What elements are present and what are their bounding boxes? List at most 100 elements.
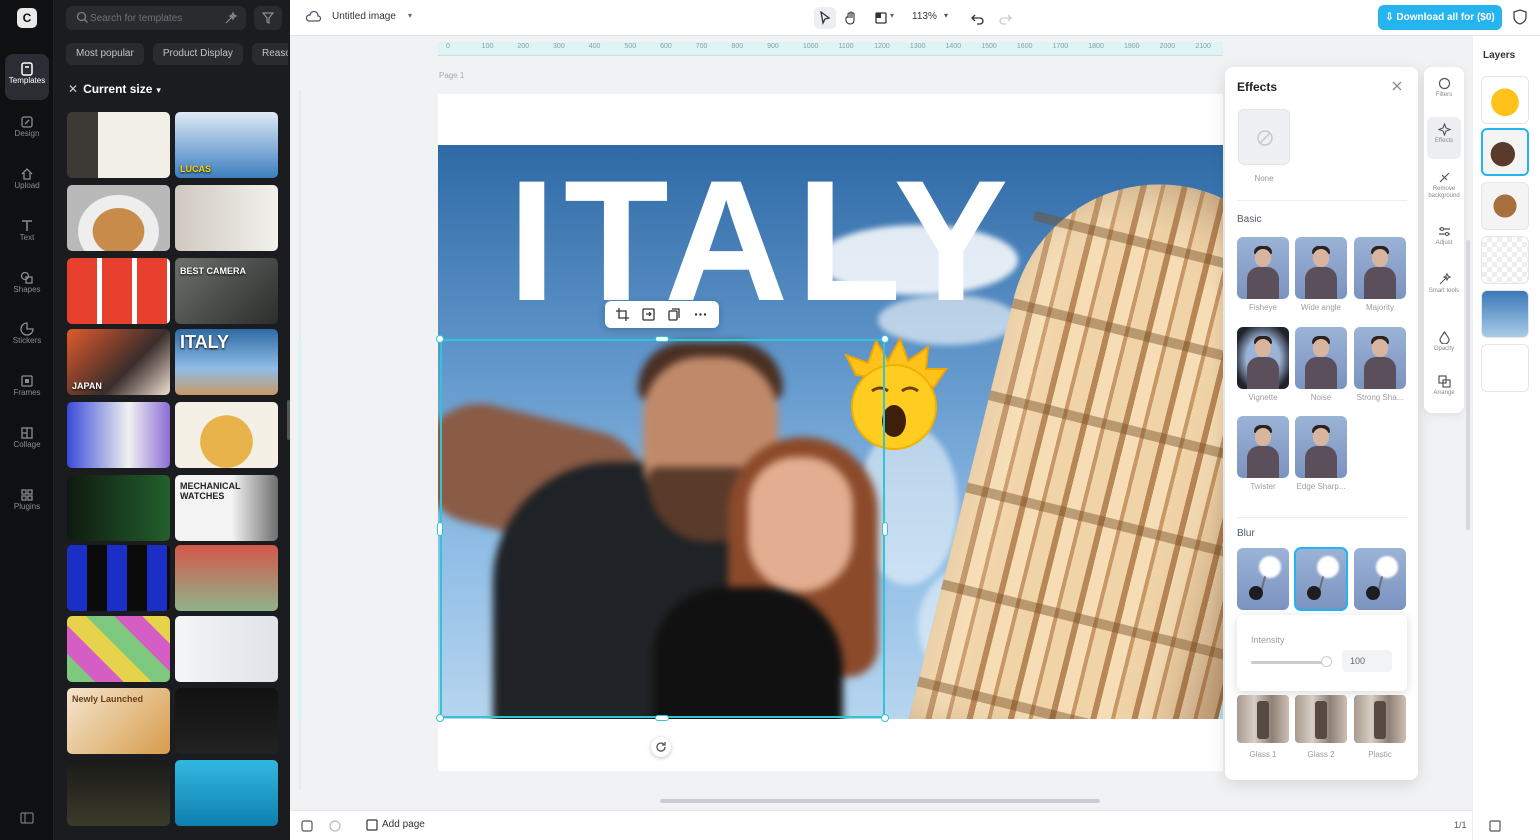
- blur-effect-2[interactable]: [1294, 547, 1348, 611]
- plastic-effect[interactable]: [1354, 695, 1406, 743]
- strip-effects[interactable]: Effects: [1427, 117, 1461, 159]
- shield-icon[interactable]: [1512, 9, 1528, 25]
- basic-effect-4[interactable]: [1237, 327, 1289, 389]
- basic-effect-5[interactable]: [1295, 327, 1347, 389]
- redo-button[interactable]: [994, 7, 1016, 29]
- duplicate-icon[interactable]: [667, 307, 682, 322]
- chevron-down-icon[interactable]: ▾: [944, 11, 948, 20]
- layer-thumb-tower[interactable]: [1481, 182, 1529, 230]
- filter-button[interactable]: [254, 6, 282, 30]
- resize-handle[interactable]: [655, 715, 669, 721]
- template-thumb[interactable]: [175, 616, 278, 682]
- document-title[interactable]: Untitled image: [332, 11, 396, 22]
- template-thumb[interactable]: ITALY: [175, 329, 278, 395]
- resize-handle[interactable]: [881, 714, 889, 722]
- rail-templates[interactable]: Templates: [5, 54, 49, 100]
- download-button[interactable]: ⇩ Download all for ($0): [1378, 5, 1502, 30]
- template-thumb[interactable]: [67, 545, 170, 611]
- chevron-down-icon[interactable]: ▾: [890, 11, 894, 20]
- headline-text[interactable]: ITALY: [508, 155, 1016, 327]
- resize-handle[interactable]: [436, 335, 444, 343]
- glass-effect-2[interactable]: [1295, 695, 1347, 743]
- template-thumb[interactable]: [67, 402, 170, 468]
- glass-effect-1[interactable]: [1237, 695, 1289, 743]
- strip-opacity[interactable]: Opacity: [1427, 325, 1461, 367]
- strip-remove-background[interactable]: Remove background: [1427, 165, 1461, 207]
- basic-effect-7[interactable]: [1237, 416, 1289, 478]
- resize-handle[interactable]: [437, 522, 443, 536]
- rotate-handle[interactable]: [651, 737, 671, 757]
- rail-design[interactable]: Design: [5, 107, 49, 153]
- panel-scrollbar[interactable]: [287, 400, 290, 440]
- cloud-sync-icon[interactable]: [306, 10, 322, 26]
- basic-effect-1[interactable]: [1237, 237, 1289, 299]
- rail-upload[interactable]: Upload: [5, 159, 49, 205]
- template-thumb[interactable]: [67, 258, 170, 324]
- zoom-level[interactable]: 113%: [912, 11, 937, 22]
- template-thumb[interactable]: [67, 616, 170, 682]
- resize-tool[interactable]: [870, 7, 892, 29]
- blur-effect-3[interactable]: [1354, 548, 1406, 610]
- template-thumb[interactable]: [175, 688, 278, 754]
- layer-thumb-emoji[interactable]: [1481, 76, 1529, 124]
- intensity-value-input[interactable]: 100: [1342, 650, 1392, 672]
- selection-box[interactable]: [440, 339, 885, 718]
- rail-text[interactable]: Text: [5, 211, 49, 257]
- page-grid-icon[interactable]: [1488, 819, 1502, 833]
- intensity-slider[interactable]: [1251, 661, 1325, 664]
- strip-smart-tools[interactable]: Smart tools: [1427, 267, 1461, 309]
- current-size-filter[interactable]: ✕ Current size ▾: [68, 82, 161, 98]
- basic-effect-2[interactable]: [1295, 237, 1347, 299]
- layer-thumb-people[interactable]: [1481, 128, 1529, 176]
- intensity-slider-thumb[interactable]: [1321, 656, 1332, 667]
- layer-thumb-text[interactable]: [1481, 236, 1529, 284]
- chip-most-popular[interactable]: Most popular: [66, 43, 144, 65]
- template-thumb[interactable]: [175, 185, 278, 251]
- undo-button[interactable]: [967, 7, 989, 29]
- strip-arrange[interactable]: Arrange: [1427, 369, 1461, 411]
- replace-image-icon[interactable]: [641, 307, 656, 322]
- template-thumb[interactable]: [67, 760, 170, 826]
- close-icon[interactable]: [1391, 80, 1403, 92]
- search-input[interactable]: [90, 9, 202, 27]
- template-thumb[interactable]: [175, 545, 278, 611]
- blur-effect-1[interactable]: [1237, 548, 1289, 610]
- canvas-horizontal-scrollbar[interactable]: [660, 799, 1100, 803]
- canvas-vertical-scrollbar[interactable]: [1466, 240, 1470, 530]
- search-box[interactable]: [66, 6, 246, 30]
- rail-collage[interactable]: Collage: [5, 418, 49, 464]
- app-logo[interactable]: C: [17, 8, 37, 28]
- select-tool[interactable]: [814, 7, 836, 29]
- template-thumb[interactable]: LUCAS: [175, 112, 278, 178]
- layer-thumb-page[interactable]: [1481, 344, 1529, 392]
- basic-effect-8[interactable]: [1295, 416, 1347, 478]
- basic-effect-6[interactable]: [1354, 327, 1406, 389]
- basic-effect-3[interactable]: [1354, 237, 1406, 299]
- template-thumb[interactable]: Newly Launched: [67, 688, 170, 754]
- strip-adjust[interactable]: Adjust: [1427, 219, 1461, 261]
- magic-wand-icon[interactable]: [224, 11, 238, 25]
- template-thumb[interactable]: BEST CAMERA: [175, 258, 278, 324]
- rail-frames[interactable]: Frames: [5, 366, 49, 412]
- rail-stickers[interactable]: Stickers: [5, 314, 49, 360]
- rail-shapes[interactable]: Shapes: [5, 263, 49, 309]
- resize-handle[interactable]: [882, 522, 888, 536]
- template-thumb[interactable]: MECHANICAL WATCHES: [175, 475, 278, 541]
- crop-icon[interactable]: [615, 307, 630, 322]
- resize-handle[interactable]: [655, 336, 669, 342]
- close-icon[interactable]: ✕: [68, 82, 78, 96]
- chip-reason[interactable]: Reaso: [251, 43, 288, 65]
- template-thumb[interactable]: [67, 185, 170, 251]
- history-icon[interactable]: [328, 819, 342, 833]
- template-thumb[interactable]: JAPAN: [67, 329, 170, 395]
- chevron-down-icon[interactable]: ▾: [408, 11, 412, 20]
- more-icon[interactable]: [693, 307, 708, 322]
- template-thumb[interactable]: [67, 475, 170, 541]
- template-thumb[interactable]: [175, 402, 278, 468]
- chip-product-display[interactable]: Product Display: [152, 43, 243, 65]
- panel-toggle-icon[interactable]: [19, 810, 35, 826]
- rail-plugins[interactable]: Plugins: [5, 480, 49, 526]
- resize-handle[interactable]: [436, 714, 444, 722]
- template-thumb[interactable]: [175, 760, 278, 826]
- effect-none[interactable]: [1238, 109, 1290, 165]
